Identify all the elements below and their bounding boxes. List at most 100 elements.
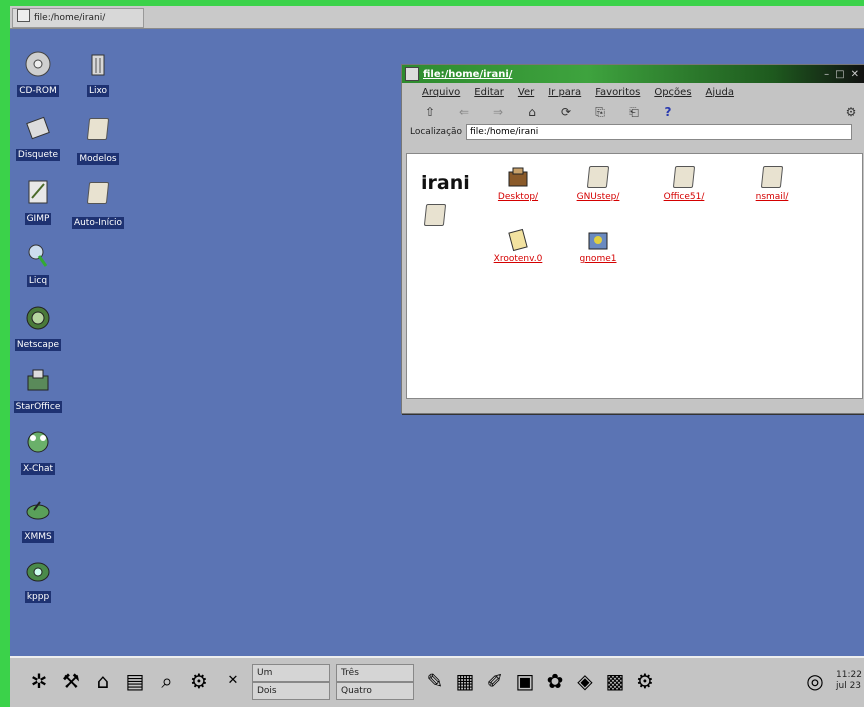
desktop-icon-gimp[interactable]: GIMP [10,178,66,225]
desktop-icon-xchat[interactable]: X-Chat [10,428,66,475]
top-bar: file:/home/irani/ [10,6,864,29]
window-titlebar[interactable]: file:/home/irani/ – □ ✕ [402,65,864,83]
pager-desktop-2[interactable]: Dois [252,682,330,700]
pen-icon[interactable]: ✐ [482,668,508,694]
file-label: Xrootenv.0 [493,254,543,264]
search-icon[interactable]: ⌕ [154,668,180,694]
close-icon[interactable]: ✕ [851,69,859,80]
file-item[interactable]: gnome1 [563,228,633,264]
paint-icon[interactable]: ✿ [542,668,568,694]
licq-icon [24,240,52,268]
file-label: GNUstep/ [576,192,620,202]
xmms-icon [24,496,52,524]
desktop-icon-xmms[interactable]: XMMS [10,496,66,543]
window-icon [405,67,419,81]
monitor-icon[interactable]: ▩ [602,668,628,694]
location-label: Localização [410,127,463,137]
chart-icon[interactable]: ◈ [572,668,598,694]
desktop-folder-icon [507,166,529,190]
folder-icon [760,166,784,190]
gear-icon[interactable]: ⚙ [843,104,859,120]
back-icon[interactable]: ⇐ [456,104,472,120]
desktop-icon-trash[interactable]: Lixo [70,50,126,97]
file-item[interactable]: GNUstep/ [563,166,633,202]
file-item[interactable]: Desktop/ [483,166,553,202]
tools-icon[interactable]: ⚒ [58,668,84,694]
desktop-icon-kppp[interactable]: kppp [10,556,66,603]
file-label: gnome1 [579,254,617,264]
desktop-icon-netscape[interactable]: Netscape [10,304,66,351]
desktop-icon-label: StarOffice [13,401,63,413]
desktop-icon-label: XMMS [22,531,54,543]
gnome-folder-icon [587,228,609,252]
notepad-icon[interactable]: ▦ [452,668,478,694]
desktop-icon-staroffice[interactable]: StarOffice [10,366,66,413]
desktop-icon-label: CD-ROM [17,85,59,97]
close-icon[interactable]: ✕ [220,668,246,694]
forward-icon[interactable]: ⇒ [490,104,506,120]
pager-desktop-3[interactable]: Três [336,664,414,682]
menu-ajuda[interactable]: Ajuda [706,87,734,98]
location-input[interactable] [466,124,853,140]
file-label: Office51/ [663,192,705,202]
file-label: Desktop/ [497,192,539,202]
top-tab[interactable]: file:/home/irani/ [12,8,144,28]
folder-icon [84,182,112,210]
staroffice-icon [24,366,52,394]
menu-ver[interactable]: Ver [518,87,534,98]
network-icon[interactable]: ◎ [802,668,828,694]
home-icon[interactable]: ⌂ [90,668,116,694]
editor-icon[interactable]: ✎ [422,668,448,694]
gnome-menu-icon[interactable]: ✲ [26,668,52,694]
file-manager-window: file:/home/irani/ – □ ✕ Arquivo Editar V… [401,64,864,414]
desktop-icon-label: kppp [24,591,52,603]
desktop-icon-licq[interactable]: Licq [10,240,66,287]
bottom-panel: ✲ ⚒ ⌂ ▤ ⌕ ⚙ ✕ Um Três Dois Quatro ✎ ▦ ✐ … [10,656,864,707]
text-file-icon [507,228,529,252]
minimize-icon[interactable]: – [824,69,829,80]
file-view: irani Desktop/ GNUstep/ Office51/ nsmail… [406,153,863,399]
top-tab-title: file:/home/irani/ [34,13,106,23]
reload-icon[interactable]: ⟳ [558,104,574,120]
maximize-icon[interactable]: □ [835,69,844,80]
folder-icon [586,166,610,190]
file-item[interactable]: Office51/ [649,166,719,202]
home-icon[interactable]: ⌂ [524,104,540,120]
up-icon[interactable]: ⇧ [422,104,438,120]
clock[interactable]: 11:22 jul 23 [836,670,862,692]
gear-icon[interactable]: ⚙ [186,668,212,694]
pager-desktop-1[interactable]: Um [252,664,330,682]
pager-desktop-4[interactable]: Quatro [336,682,414,700]
location-bar: Localização [402,123,864,141]
floppy-icon [24,114,52,142]
menu-editar[interactable]: Editar [474,87,504,98]
file-item[interactable]: nsmail/ [737,166,807,202]
window-icon [17,9,30,22]
clock-date: jul 23 [836,681,862,691]
menu-ir-para[interactable]: Ir para [548,87,581,98]
status-bar [406,399,861,409]
paste-icon[interactable]: ⎗ [626,104,642,120]
folder-icon [84,118,112,146]
desktop-icon-label: Netscape [14,339,62,351]
cdrom-icon [24,50,52,78]
menu-arquivo[interactable]: Arquivo [422,87,460,98]
menu-opcoes[interactable]: Opções [654,87,691,98]
window-title: file:/home/irani/ [423,68,513,80]
book-icon[interactable]: ▤ [122,668,148,694]
settings-icon[interactable]: ⚙ [632,668,658,694]
calendar-icon[interactable]: ▣ [512,668,538,694]
folder-icon [672,166,696,190]
menu-favoritos[interactable]: Favoritos [595,87,640,98]
desktop-icon-modelos[interactable]: Modelos [70,114,126,165]
clock-time: 11:22 [836,670,862,680]
toolbar: ⇧ ⇐ ⇒ ⌂ ⟳ ⎘ ⎗ ? ⚙ [402,101,864,123]
help-icon[interactable]: ? [660,104,676,120]
desktop-icon-label: Auto-Início [71,217,125,229]
file-item[interactable]: Xrootenv.0 [483,228,553,264]
desktop-icon-cdrom[interactable]: CD-ROM [10,50,66,97]
desktop-icon-autoinicio[interactable]: Auto-Início [70,178,126,229]
desktop-icon-label: Licq [26,275,50,287]
copy-icon[interactable]: ⎘ [592,104,608,120]
desktop-icon-floppy[interactable]: Disquete [10,114,66,161]
